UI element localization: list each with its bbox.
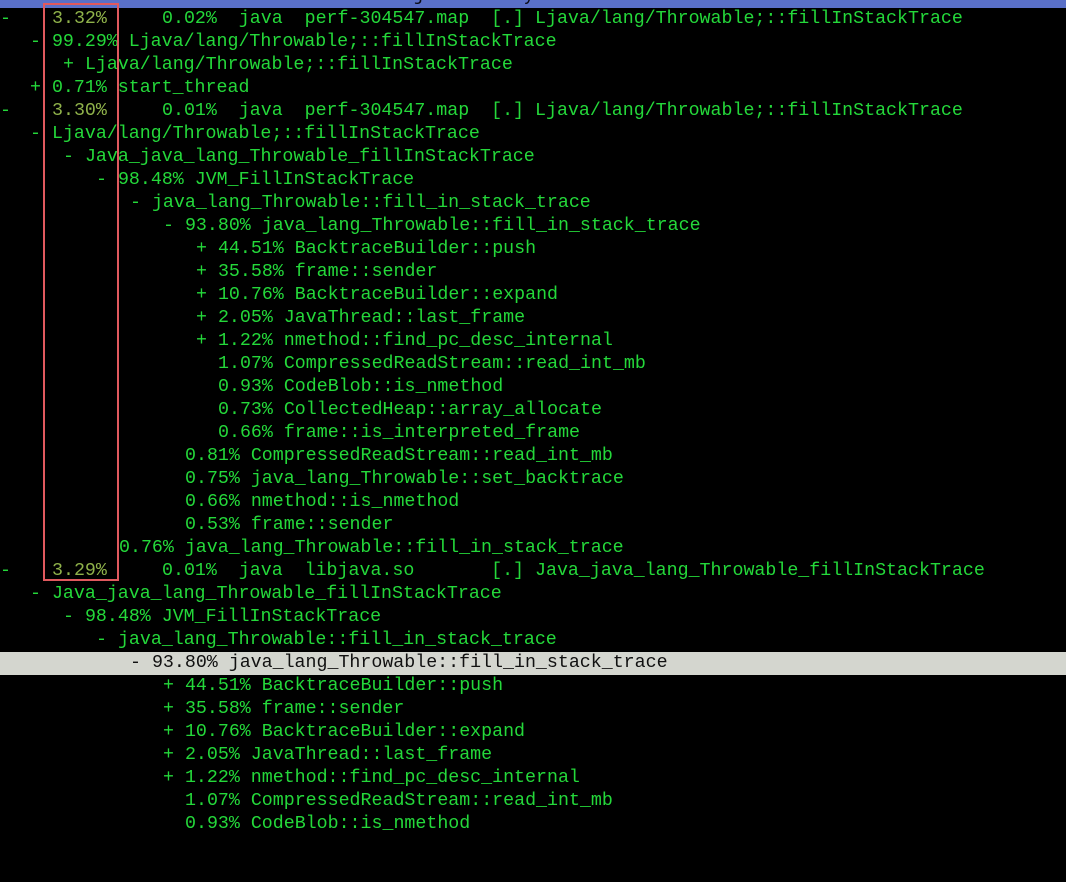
callchain-entry: - Ljava/lang/Throwable;::fillInStackTrac… [30, 124, 480, 144]
callchain-entry: - 93.80% java_lang_Throwable::fill_in_st… [163, 216, 701, 236]
callgraph-line[interactable]: 0.93% CodeBlob::is_nmethod [0, 813, 1066, 836]
callchain-entry: + 35.58% frame::sender [196, 262, 438, 282]
callchain-entry: - 99.29% Ljava/lang/Throwable;::fillInSt… [30, 32, 557, 52]
callchain-entry: 0.76% java_lang_Throwable::fill_in_stack… [119, 538, 624, 558]
callchain-entry: - java_lang_Throwable::fill_in_stack_tra… [130, 193, 591, 213]
callchain-entry: 0.81% CompressedReadStream::read_int_mb [185, 446, 613, 466]
callgraph-line[interactable]: - 99.29% Ljava/lang/Throwable;::fillInSt… [0, 31, 1066, 54]
callchain-entry: 0.53% frame::sender [185, 515, 394, 535]
callgraph-line[interactable]: 0.81% CompressedReadStream::read_int_mb [0, 445, 1066, 468]
callgraph-line[interactable]: + Ljava/lang/Throwable;::fillInStackTrac… [0, 54, 1066, 77]
callchain-entry: + 2.05% JavaThread::last_frame [163, 745, 493, 765]
callgraph-line[interactable]: + 35.58% frame::sender [0, 261, 1066, 284]
entry-details: 0.02% java perf-304547.map [.] Ljava/lan… [162, 9, 963, 29]
callgraph-line[interactable]: 0.75% java_lang_Throwable::set_backtrace [0, 468, 1066, 491]
callchain-entry: 1.07% CompressedReadStream::read_int_mb [185, 791, 613, 811]
callchain-entry: - 98.48% JVM_FillInStackTrace [63, 607, 382, 627]
callchain-entry: + 44.51% BacktraceBuilder::push [196, 239, 537, 259]
callchain-entry: 0.73% CollectedHeap::array_allocate [218, 400, 602, 420]
callgraph-line[interactable]: + 1.22% nmethod::find_pc_desc_internal [0, 330, 1066, 353]
callgraph-line[interactable]: + 35.58% frame::sender [0, 698, 1066, 721]
callgraph-line[interactable]: 0.53% frame::sender [0, 514, 1066, 537]
callgraph-line[interactable]: + 44.51% BacktraceBuilder::push [0, 675, 1066, 698]
entry-details: 0.01% java perf-304547.map [.] Ljava/lan… [162, 101, 963, 121]
callgraph-line[interactable]: 0.73% CollectedHeap::array_allocate [0, 399, 1066, 422]
callchain-entry: + 0.71% start_thread [30, 78, 250, 98]
callchain-entry: - 98.48% JVM_FillInStackTrace [96, 170, 415, 190]
callchain-entry: 0.93% CodeBlob::is_nmethod [185, 814, 471, 834]
callgraph-line-selected[interactable]: - 93.80% java_lang_Throwable::fill_in_st… [0, 652, 1066, 675]
callgraph-line[interactable]: - 3.32% 0.02% java perf-304547.map [.] L… [0, 8, 1066, 31]
callchain-entry: 1.07% CompressedReadStream::read_int_mb [218, 354, 646, 374]
callgraph-line[interactable]: + 10.76% BacktraceBuilder::expand [0, 284, 1066, 307]
callchain-entry: + 2.05% JavaThread::last_frame [196, 308, 526, 328]
callgraph-line[interactable]: 1.07% CompressedReadStream::read_int_mb [0, 353, 1066, 376]
callchain-entry: 0.75% java_lang_Throwable::set_backtrace [185, 469, 624, 489]
callgraph-line[interactable]: + 1.22% nmethod::find_pc_desc_internal [0, 767, 1066, 790]
callchain-entry: - Java_java_lang_Throwable_fillInStackTr… [30, 584, 502, 604]
expand-marker: - [0, 101, 11, 121]
callgraph-line[interactable]: - Java_java_lang_Throwable_fillInStackTr… [0, 146, 1066, 169]
column-header-bar: Children Self Comm Shared Object Symbol [0, 0, 1066, 8]
children-percent: 3.32% [52, 9, 107, 29]
callgraph-view[interactable]: - 3.32% 0.02% java perf-304547.map [.] L… [0, 8, 1066, 836]
callchain-entry: - java_lang_Throwable::fill_in_stack_tra… [96, 630, 557, 650]
callchain-entry: 0.66% nmethod::is_nmethod [185, 492, 460, 512]
callchain-entry: + 35.58% frame::sender [163, 699, 405, 719]
callchain-entry: 0.93% CodeBlob::is_nmethod [218, 377, 504, 397]
callgraph-line[interactable]: - 98.48% JVM_FillInStackTrace [0, 169, 1066, 192]
callgraph-line[interactable]: 0.66% frame::is_interpreted_frame [0, 422, 1066, 445]
callgraph-line[interactable]: + 10.76% BacktraceBuilder::expand [0, 721, 1066, 744]
callgraph-line[interactable]: - Java_java_lang_Throwable_fillInStackTr… [0, 583, 1066, 606]
expand-marker: - [0, 561, 11, 581]
callchain-entry: + Ljava/lang/Throwable;::fillInStackTrac… [63, 55, 513, 75]
callgraph-line[interactable]: + 0.71% start_thread [0, 77, 1066, 100]
column-header-text: Children Self Comm Shared Object Symbol [8, 0, 579, 8]
callchain-entry: - 93.80% java_lang_Throwable::fill_in_st… [130, 653, 668, 673]
callgraph-line[interactable]: - 93.80% java_lang_Throwable::fill_in_st… [0, 215, 1066, 238]
callgraph-line[interactable]: 0.76% java_lang_Throwable::fill_in_stack… [0, 537, 1066, 560]
entry-details: 0.01% java libjava.so [.] Java_java_lang… [162, 561, 985, 581]
callchain-entry: + 44.51% BacktraceBuilder::push [163, 676, 504, 696]
callgraph-line[interactable]: - 3.29% 0.01% java libjava.so [.] Java_j… [0, 560, 1066, 583]
callgraph-line[interactable]: - Ljava/lang/Throwable;::fillInStackTrac… [0, 123, 1066, 146]
callchain-entry: + 1.22% nmethod::find_pc_desc_internal [163, 768, 580, 788]
callchain-entry: - Java_java_lang_Throwable_fillInStackTr… [63, 147, 535, 167]
callgraph-line[interactable]: - 3.30% 0.01% java perf-304547.map [.] L… [0, 100, 1066, 123]
callgraph-line[interactable]: + 2.05% JavaThread::last_frame [0, 307, 1066, 330]
callgraph-line[interactable]: + 2.05% JavaThread::last_frame [0, 744, 1066, 767]
callgraph-line[interactable]: - java_lang_Throwable::fill_in_stack_tra… [0, 192, 1066, 215]
callgraph-line[interactable]: 0.66% nmethod::is_nmethod [0, 491, 1066, 514]
callgraph-line[interactable]: 0.93% CodeBlob::is_nmethod [0, 376, 1066, 399]
callchain-entry: + 1.22% nmethod::find_pc_desc_internal [196, 331, 613, 351]
callchain-entry: + 10.76% BacktraceBuilder::expand [196, 285, 559, 305]
callchain-entry: + 10.76% BacktraceBuilder::expand [163, 722, 526, 742]
callchain-entry: 0.66% frame::is_interpreted_frame [218, 423, 581, 443]
callgraph-line[interactable]: - java_lang_Throwable::fill_in_stack_tra… [0, 629, 1066, 652]
callgraph-line[interactable]: 1.07% CompressedReadStream::read_int_mb [0, 790, 1066, 813]
children-percent: 3.29% [52, 561, 107, 581]
expand-marker: - [0, 9, 11, 29]
children-percent: 3.30% [52, 101, 107, 121]
callgraph-line[interactable]: + 44.51% BacktraceBuilder::push [0, 238, 1066, 261]
callgraph-line[interactable]: - 98.48% JVM_FillInStackTrace [0, 606, 1066, 629]
